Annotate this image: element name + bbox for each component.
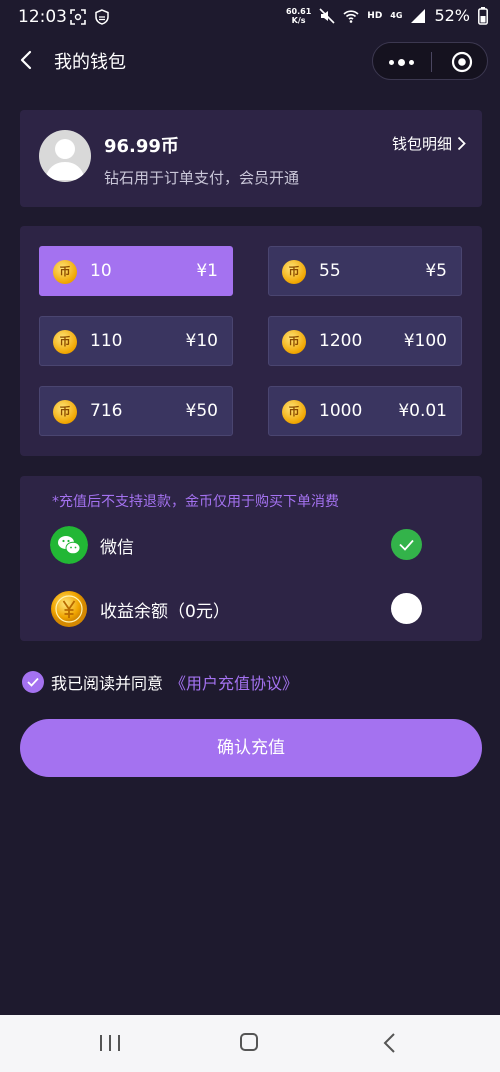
option-price: ¥50 bbox=[185, 401, 218, 421]
page-title: 我的钱包 bbox=[54, 52, 126, 73]
option-coins: 1200 bbox=[319, 331, 363, 351]
option-price: ¥10 bbox=[185, 331, 218, 351]
recharge-option[interactable]: 币 1000 ¥0.01 bbox=[268, 386, 462, 436]
battery-level: 52% bbox=[434, 6, 470, 25]
radio-unselected[interactable] bbox=[391, 593, 422, 624]
payment-label: 微信 bbox=[100, 538, 134, 558]
option-coins: 110 bbox=[90, 331, 123, 351]
radio-selected[interactable] bbox=[391, 529, 422, 560]
mute-icon bbox=[319, 7, 335, 24]
net-speed: 60.61 K/s bbox=[285, 6, 312, 25]
home-icon[interactable] bbox=[240, 1033, 258, 1051]
checkmark-icon bbox=[399, 539, 414, 551]
network-label: 4G bbox=[390, 11, 403, 20]
coin-icon: 币 bbox=[282, 330, 306, 354]
agreement-checkbox[interactable] bbox=[22, 671, 44, 693]
recharge-option[interactable]: 币 1200 ¥100 bbox=[268, 316, 462, 366]
option-coins: 1000 bbox=[319, 401, 363, 421]
payment-label: 收益余额（0元） bbox=[100, 602, 230, 622]
coin-icon: 币 bbox=[53, 400, 77, 424]
back-arrow-icon[interactable] bbox=[16, 49, 38, 71]
avatar bbox=[39, 130, 91, 182]
agreement-row: 我已阅读并同意 《用户充值协议》 bbox=[22, 670, 298, 694]
coin-icon: 币 bbox=[282, 260, 306, 284]
payment-method-card: *充值后不支持退款，金币仅用于购买下单消费 微信 收益余额（0元） bbox=[20, 476, 482, 641]
yuan-coin-icon bbox=[51, 591, 87, 627]
confirm-recharge-button[interactable]: 确认充值 bbox=[20, 719, 482, 777]
payment-method-wechat[interactable]: 微信 bbox=[20, 520, 482, 570]
screenshot-icon bbox=[70, 9, 86, 25]
recharge-option[interactable]: 币 55 ¥5 bbox=[268, 246, 462, 296]
wallet-summary-card: 96.99币 钻石用于订单支付，会员开通 钱包明细 bbox=[20, 110, 482, 207]
battery-icon bbox=[478, 6, 488, 25]
coin-icon: 币 bbox=[53, 330, 77, 354]
option-price: ¥0.01 bbox=[398, 401, 447, 421]
option-price: ¥1 bbox=[196, 261, 218, 281]
shield-icon bbox=[95, 9, 109, 25]
refund-notice: *充值后不支持退款，金币仅用于购买下单消费 bbox=[52, 494, 339, 510]
option-coins: 716 bbox=[90, 401, 123, 421]
status-bar: 12:03 60.61 K/s HD 4G 52% bbox=[0, 0, 500, 36]
wallet-balance: 96.99币 bbox=[104, 136, 179, 157]
wechat-icon bbox=[50, 526, 88, 564]
wallet-detail-link[interactable]: 钱包明细 bbox=[392, 133, 466, 154]
close-target-icon[interactable] bbox=[451, 51, 473, 73]
agreement-text: 我已阅读并同意 bbox=[51, 674, 164, 693]
option-coins: 10 bbox=[90, 261, 112, 281]
signal-icon bbox=[411, 8, 426, 23]
hd-label: HD bbox=[367, 10, 383, 21]
agreement-link[interactable]: 《用户充值协议》 bbox=[170, 670, 298, 694]
wallet-description: 钻石用于订单支付，会员开通 bbox=[104, 169, 300, 187]
status-time: 12:03 bbox=[18, 7, 67, 27]
navigation-bar: 我的钱包 bbox=[0, 40, 500, 82]
mini-program-capsule bbox=[372, 42, 488, 80]
checkmark-icon bbox=[27, 677, 39, 687]
payment-method-balance[interactable]: 收益余额（0元） bbox=[20, 584, 482, 634]
wallet-detail-label: 钱包明细 bbox=[391, 135, 452, 153]
coin-icon: 币 bbox=[53, 260, 77, 284]
option-price: ¥5 bbox=[425, 261, 447, 281]
system-navigation-bar bbox=[0, 1015, 500, 1072]
recharge-option[interactable]: 币 110 ¥10 bbox=[39, 316, 233, 366]
wifi-icon bbox=[343, 9, 359, 23]
recent-apps-icon[interactable] bbox=[100, 1035, 120, 1051]
recharge-option[interactable]: 币 10 ¥1 bbox=[39, 246, 233, 296]
system-back-icon[interactable] bbox=[382, 1032, 398, 1054]
coin-icon: 币 bbox=[282, 400, 306, 424]
recharge-option[interactable]: 币 716 ¥50 bbox=[39, 386, 233, 436]
chevron-right-icon bbox=[457, 136, 466, 151]
option-price: ¥100 bbox=[403, 331, 447, 351]
option-coins: 55 bbox=[319, 261, 341, 281]
more-options-icon[interactable] bbox=[389, 59, 414, 66]
recharge-options-card: 币 10 ¥1 币 55 ¥5 币 110 ¥10 币 1200 ¥100 币 … bbox=[20, 226, 482, 456]
